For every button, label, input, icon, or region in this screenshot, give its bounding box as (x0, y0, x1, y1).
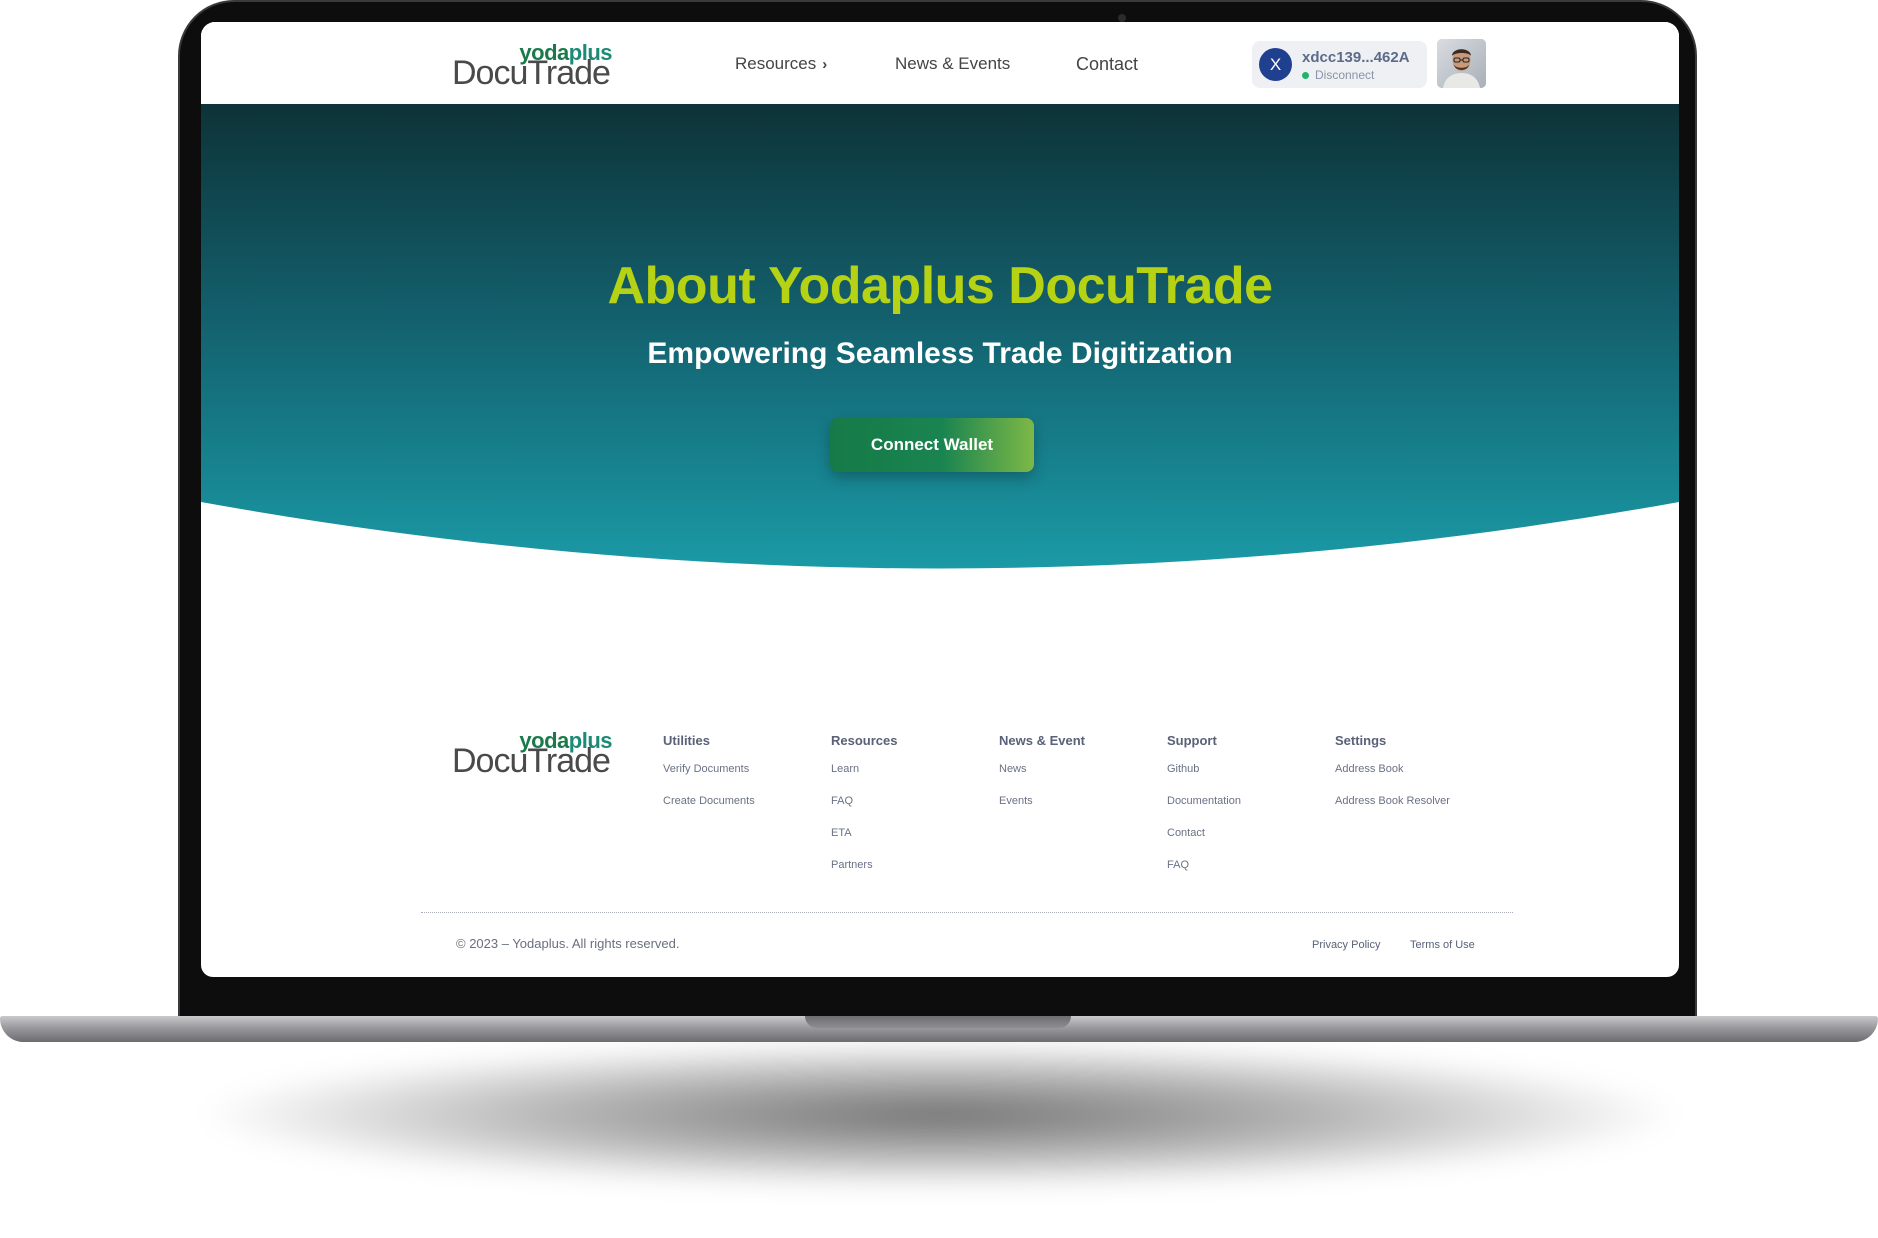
nav-news-events[interactable]: News & Events (895, 54, 1010, 74)
footer-link-documentation[interactable]: Documentation (1167, 795, 1241, 807)
footer-link-faq[interactable]: FAQ (831, 795, 897, 807)
browser-screen: yodaplus DocuTrade Resources › News & Eve… (201, 22, 1679, 977)
nav-contact[interactable]: Contact (1076, 54, 1138, 75)
nav-resources[interactable]: Resources › (735, 54, 827, 74)
footer-column-resources: Resources Learn FAQ ETA Partners (831, 733, 897, 891)
copyright-text: © 2023 – Yodaplus. All rights reserved. (456, 936, 680, 951)
wallet-avatar-icon: X (1259, 48, 1292, 81)
disconnect-label: Disconnect (1315, 68, 1375, 82)
footer-link-eta[interactable]: ETA (831, 827, 897, 839)
user-photo-icon (1437, 39, 1486, 88)
footer-link-create-documents[interactable]: Create Documents (663, 795, 755, 807)
wallet-address: xdcc139...462A (1302, 49, 1410, 66)
logo-wordmark-bottom: DocuTrade (452, 54, 611, 92)
terms-of-use-link[interactable]: Terms of Use (1410, 939, 1475, 951)
wallet-chip[interactable]: X xdcc139...462A Disconnect (1252, 41, 1427, 88)
laptop-shadow (190, 1040, 1690, 1190)
footer-logo[interactable]: yodaplus DocuTrade (452, 728, 613, 780)
footer-link-faq[interactable]: FAQ (1167, 859, 1241, 871)
footer-link-partners[interactable]: Partners (831, 859, 897, 871)
user-avatar[interactable] (1437, 39, 1486, 88)
footer-link-address-book-resolver[interactable]: Address Book Resolver (1335, 795, 1450, 807)
hero-section: About Yodaplus DocuTrade Empowering Seam… (201, 104, 1679, 604)
footer-link-news[interactable]: News (999, 763, 1085, 775)
footer-column-heading: News & Event (999, 733, 1085, 748)
footer-divider (421, 912, 1513, 913)
footer-column-heading: Support (1167, 733, 1217, 748)
hero-subtitle: Empowering Seamless Trade Digitization (647, 337, 1233, 370)
footer-column-support: Support Github Documentation Contact FAQ (1167, 733, 1241, 891)
nav-resources-label: Resources (735, 54, 817, 73)
footer-column-utilities: Utilities Verify Documents Create Docume… (663, 733, 755, 827)
footer-column-heading: Utilities (663, 733, 710, 748)
connect-wallet-button[interactable]: Connect Wallet (830, 418, 1034, 472)
privacy-policy-link[interactable]: Privacy Policy (1312, 939, 1380, 951)
footer-column-settings: Settings Address Book Address Book Resol… (1335, 733, 1450, 827)
logo-wordmark-bottom: DocuTrade (452, 742, 611, 780)
footer-column-heading: Resources (831, 733, 898, 748)
laptop-notch (805, 1016, 1071, 1028)
status-dot-icon (1302, 72, 1309, 80)
disconnect-link[interactable]: Disconnect (1302, 68, 1374, 82)
footer-link-events[interactable]: Events (999, 795, 1085, 807)
chevron-right-icon: › (822, 56, 828, 73)
footer-link-verify-documents[interactable]: Verify Documents (663, 763, 755, 775)
footer-link-learn[interactable]: Learn (831, 763, 897, 775)
camera-icon (1118, 14, 1126, 22)
footer-link-github[interactable]: Github (1167, 763, 1241, 775)
footer-link-contact[interactable]: Contact (1167, 827, 1241, 839)
hero-title: About Yodaplus DocuTrade (607, 257, 1273, 315)
footer-column-heading: Settings (1335, 733, 1387, 748)
site-header: yodaplus DocuTrade Resources › News & Eve… (201, 22, 1679, 104)
footer-link-address-book[interactable]: Address Book (1335, 763, 1450, 775)
header-logo[interactable]: yodaplus DocuTrade (452, 40, 613, 92)
footer-column-news-event: News & Event News Events (999, 733, 1085, 827)
